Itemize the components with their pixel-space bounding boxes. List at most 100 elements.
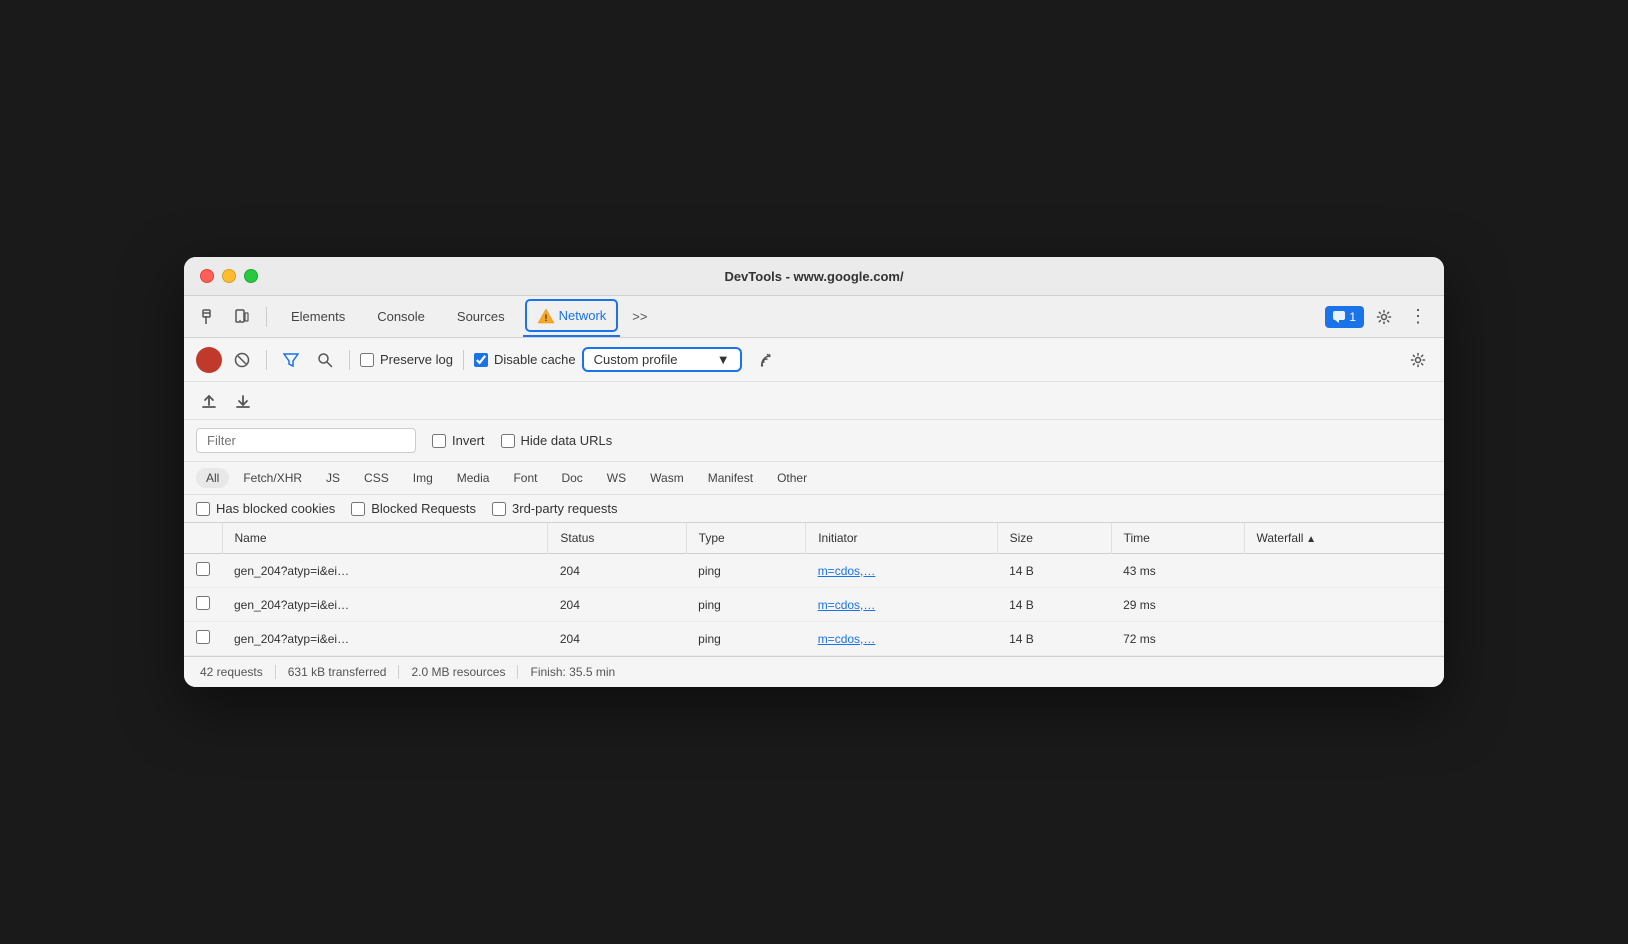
upload-icon-btn[interactable]	[196, 388, 222, 414]
table-row[interactable]: gen_204?atyp=i&ei…204pingm=cdos,…14 B29 …	[184, 588, 1444, 622]
invert-label[interactable]: Invert	[432, 433, 485, 448]
toolbar-divider-1	[266, 350, 267, 370]
col-header-waterfall[interactable]: Waterfall ▲	[1244, 523, 1444, 554]
col-header-checkbox	[184, 523, 222, 554]
type-filter-css[interactable]: CSS	[354, 468, 399, 488]
tab-right-actions: 1 ⋮	[1325, 303, 1432, 331]
type-filter-media[interactable]: Media	[447, 468, 500, 488]
device-icon-btn[interactable]	[228, 303, 256, 331]
type-filter-all[interactable]: All	[196, 468, 229, 488]
more-dots-label: ⋮	[1409, 306, 1427, 327]
table-row[interactable]: gen_204?atyp=i&ei…204pingm=cdos,…14 B72 …	[184, 622, 1444, 656]
type-filter-img[interactable]: Img	[403, 468, 443, 488]
tab-elements[interactable]: Elements	[277, 296, 359, 337]
type-filter-doc[interactable]: Doc	[551, 468, 592, 488]
tab-console[interactable]: Console	[363, 296, 439, 337]
transferred-size: 631 kB transferred	[276, 665, 400, 679]
disable-cache-label[interactable]: Disable cache	[474, 352, 576, 367]
hide-data-urls-checkbox[interactable]	[501, 434, 515, 448]
download-icon-btn[interactable]	[230, 388, 256, 414]
preserve-log-checkbox[interactable]	[360, 353, 374, 367]
type-filter-row: AllFetch/XHRJSCSSImgMediaFontDocWSWasmMa…	[184, 462, 1444, 495]
filter-options: Invert Hide data URLs	[432, 433, 612, 448]
preserve-log-label[interactable]: Preserve log	[360, 352, 453, 367]
row-initiator-link[interactable]: m=cdos,…	[818, 564, 876, 578]
disable-cache-checkbox[interactable]	[474, 353, 488, 367]
row-size: 14 B	[997, 588, 1111, 622]
row-waterfall	[1244, 554, 1444, 588]
filter-icon-btn[interactable]	[277, 346, 305, 374]
row-initiator-link[interactable]: m=cdos,…	[818, 632, 876, 646]
tab-more-label: >>	[632, 309, 647, 324]
cookie-filter-label[interactable]: Has blocked cookies	[196, 501, 335, 516]
col-header-status[interactable]: Status	[548, 523, 686, 554]
row-checkbox[interactable]	[196, 630, 210, 644]
row-waterfall	[1244, 622, 1444, 656]
tab-console-label: Console	[377, 309, 425, 324]
tab-divider-1	[266, 307, 267, 327]
filter-input[interactable]	[196, 428, 416, 453]
row-status: 204	[548, 554, 686, 588]
row-initiator: m=cdos,…	[806, 554, 997, 588]
traffic-lights	[200, 269, 258, 283]
tab-bar: Elements Console Sources ! Network >>	[184, 296, 1444, 338]
search-icon-btn[interactable]	[311, 346, 339, 374]
type-filter-ws[interactable]: WS	[597, 468, 636, 488]
maximize-button[interactable]	[244, 269, 258, 283]
record-button[interactable]	[196, 347, 222, 373]
hide-data-urls-text: Hide data URLs	[521, 433, 613, 448]
main-toolbar: Preserve log Disable cache Custom profil…	[184, 338, 1444, 382]
col-header-time[interactable]: Time	[1111, 523, 1244, 554]
tab-more-btn[interactable]: >>	[624, 309, 655, 324]
devtools-window: DevTools - www.google.com/ Elements Cons…	[184, 257, 1444, 687]
resources-size: 2.0 MB resources	[399, 665, 518, 679]
message-badge-btn[interactable]: 1	[1325, 306, 1364, 328]
tab-sources[interactable]: Sources	[443, 296, 519, 337]
col-header-initiator[interactable]: Initiator	[806, 523, 997, 554]
badge-count: 1	[1349, 310, 1356, 324]
row-status: 204	[548, 588, 686, 622]
type-filter-font[interactable]: Font	[503, 468, 547, 488]
row-name: gen_204?atyp=i&ei…	[222, 622, 548, 656]
clear-icon-btn[interactable]	[228, 346, 256, 374]
tab-sources-label: Sources	[457, 309, 505, 324]
requests-count: 42 requests	[200, 665, 276, 679]
sub-toolbar	[184, 382, 1444, 420]
row-initiator-link[interactable]: m=cdos,…	[818, 598, 876, 612]
title-bar: DevTools - www.google.com/	[184, 257, 1444, 296]
type-filter-wasm[interactable]: Wasm	[640, 468, 694, 488]
cookie-filter-label[interactable]: 3rd-party requests	[492, 501, 618, 516]
row-type: ping	[686, 588, 806, 622]
invert-checkbox[interactable]	[432, 434, 446, 448]
row-type: ping	[686, 554, 806, 588]
throttle-icon-btn[interactable]	[748, 346, 776, 374]
row-checkbox[interactable]	[196, 562, 210, 576]
table-row[interactable]: gen_204?atyp=i&ei…204pingm=cdos,…14 B43 …	[184, 554, 1444, 588]
minimize-button[interactable]	[222, 269, 236, 283]
type-filter-manifest[interactable]: Manifest	[698, 468, 763, 488]
type-filter-other[interactable]: Other	[767, 468, 817, 488]
status-bar: 42 requests 631 kB transferred 2.0 MB re…	[184, 656, 1444, 687]
network-table: NameStatusTypeInitiatorSizeTimeWaterfall…	[184, 523, 1444, 656]
close-button[interactable]	[200, 269, 214, 283]
tab-network[interactable]: ! Network	[523, 296, 621, 337]
cookie-filter-label[interactable]: Blocked Requests	[351, 501, 476, 516]
col-header-size[interactable]: Size	[997, 523, 1111, 554]
row-status: 204	[548, 622, 686, 656]
network-settings-icon-btn[interactable]	[1404, 346, 1432, 374]
row-type: ping	[686, 622, 806, 656]
hide-data-urls-label[interactable]: Hide data URLs	[501, 433, 613, 448]
more-icon-btn[interactable]: ⋮	[1404, 303, 1432, 331]
col-header-type[interactable]: Type	[686, 523, 806, 554]
custom-profile-dropdown[interactable]: Custom profile ▼	[582, 347, 742, 372]
row-name: gen_204?atyp=i&ei…	[222, 554, 548, 588]
settings-icon-btn[interactable]	[1370, 303, 1398, 331]
tab-elements-label: Elements	[291, 309, 345, 324]
inspect-icon-btn[interactable]	[196, 303, 224, 331]
col-header-name[interactable]: Name	[222, 523, 548, 554]
row-name: gen_204?atyp=i&ei…	[222, 588, 548, 622]
type-filter-js[interactable]: JS	[316, 468, 350, 488]
row-checkbox[interactable]	[196, 596, 210, 610]
type-filter-fetch/xhr[interactable]: Fetch/XHR	[233, 468, 312, 488]
row-waterfall	[1244, 588, 1444, 622]
